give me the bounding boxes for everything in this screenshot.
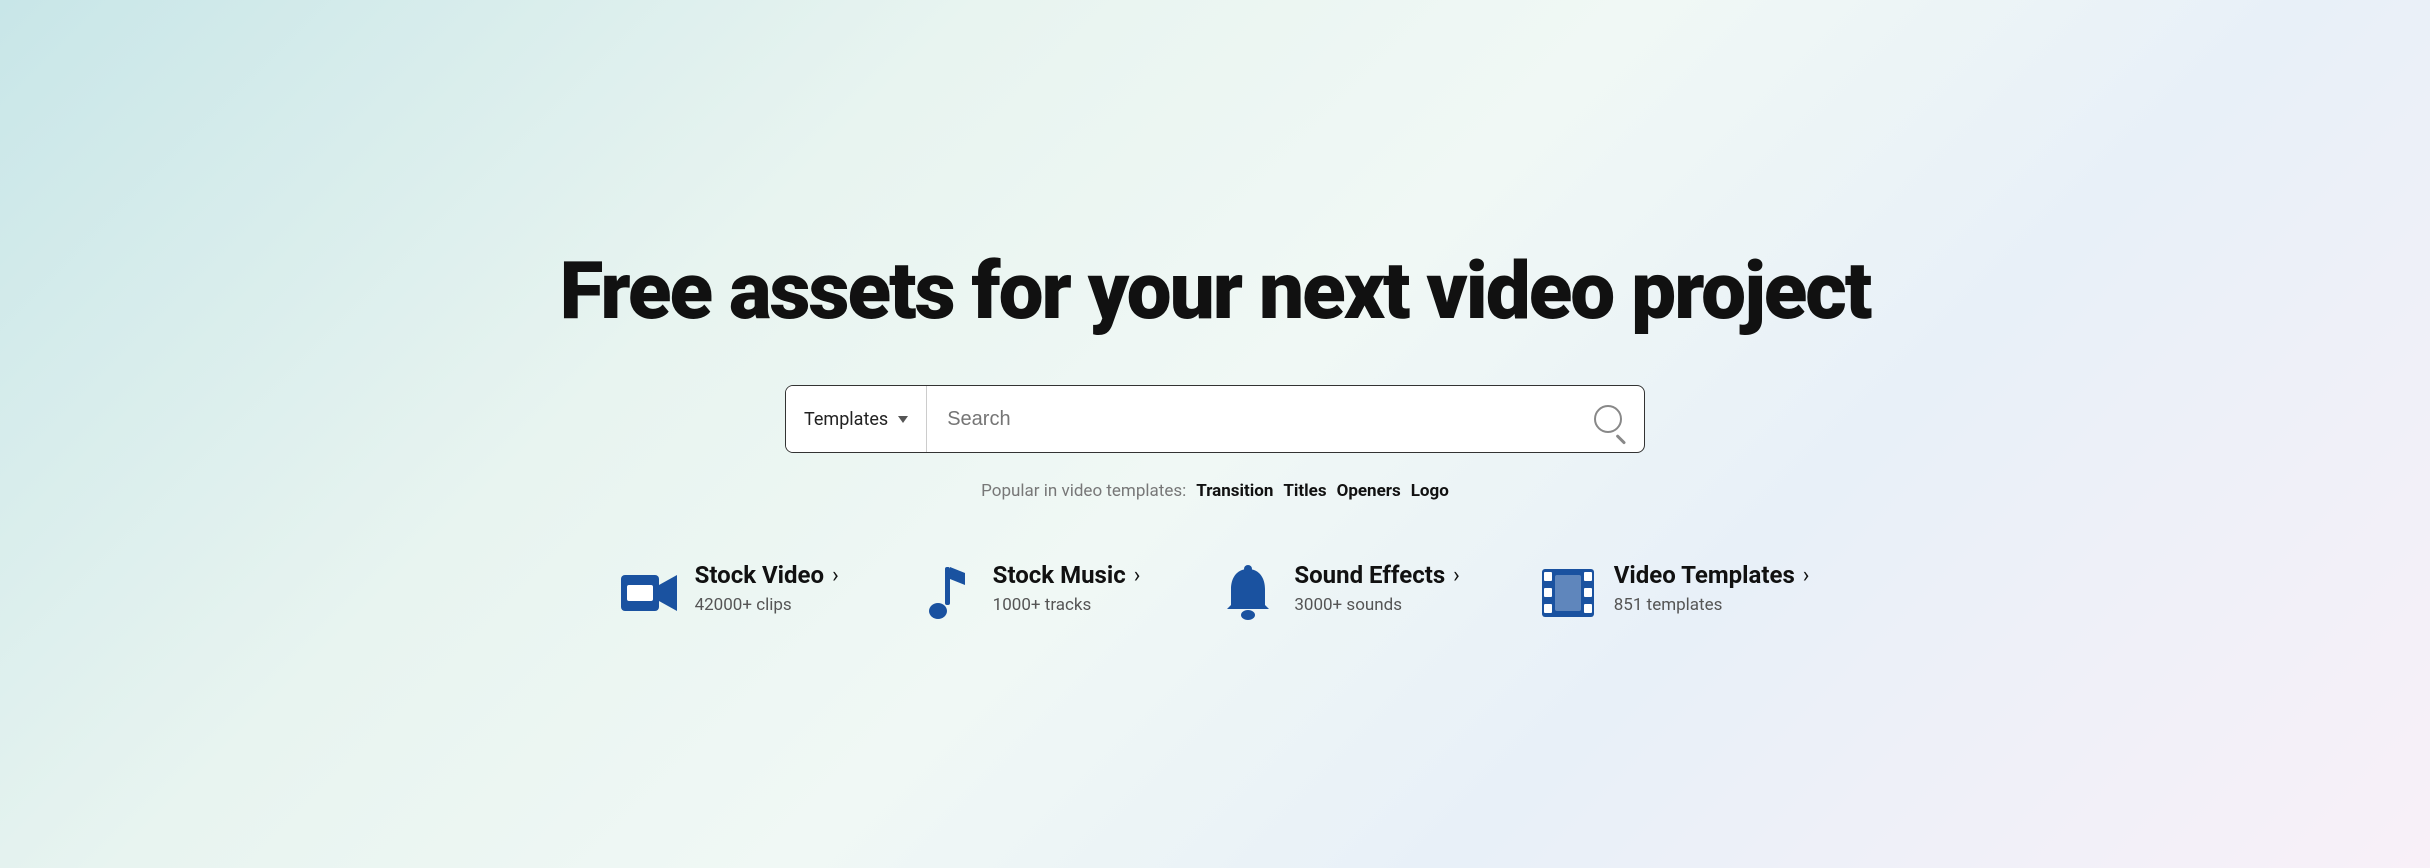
- category-stock-music[interactable]: Stock Music › 1000+ tracks: [919, 561, 1141, 621]
- stock-music-text: Stock Music › 1000+ tracks: [993, 561, 1141, 615]
- film-icon: [1540, 565, 1596, 621]
- sound-effects-count: 3000+ sounds: [1294, 595, 1459, 615]
- page-title: Free assets for your next video project: [560, 247, 1871, 335]
- stock-music-title: Stock Music ›: [993, 561, 1141, 589]
- popular-label: Popular in video templates:: [981, 481, 1186, 501]
- search-input[interactable]: [927, 386, 1572, 452]
- sound-effects-text: Sound Effects › 3000+ sounds: [1294, 561, 1459, 615]
- video-templates-count: 851 templates: [1614, 595, 1810, 615]
- chevron-right-icon: ›: [1134, 563, 1141, 588]
- tag-logo[interactable]: Logo: [1411, 481, 1449, 501]
- search-bar: Templates: [785, 385, 1645, 453]
- tag-openers[interactable]: Openers: [1337, 481, 1401, 501]
- popular-tags-row: Popular in video templates: Transition T…: [981, 481, 1449, 501]
- chevron-right-icon: ›: [832, 563, 839, 588]
- category-sound-effects[interactable]: Sound Effects › 3000+ sounds: [1220, 561, 1459, 621]
- categories-row: Stock Video › 42000+ clips Stock Music ›: [565, 561, 1865, 621]
- sound-effects-title: Sound Effects ›: [1294, 561, 1459, 589]
- search-icon: [1594, 405, 1622, 433]
- chevron-right-icon: ›: [1453, 563, 1460, 588]
- hero-section: Free assets for your next video project …: [515, 247, 1915, 621]
- stock-music-count: 1000+ tracks: [993, 595, 1141, 615]
- tag-transition[interactable]: Transition: [1196, 481, 1273, 501]
- chevron-right-icon: ›: [1803, 563, 1810, 588]
- stock-video-count: 42000+ clips: [695, 595, 839, 615]
- search-type-dropdown[interactable]: Templates: [786, 386, 927, 452]
- chevron-down-icon: [898, 416, 908, 423]
- video-templates-text: Video Templates › 851 templates: [1614, 561, 1810, 615]
- tag-titles[interactable]: Titles: [1283, 481, 1326, 501]
- video-icon: [621, 565, 677, 621]
- bell-icon: [1220, 565, 1276, 621]
- category-stock-video[interactable]: Stock Video › 42000+ clips: [621, 561, 839, 621]
- category-video-templates[interactable]: Video Templates › 851 templates: [1540, 561, 1810, 621]
- music-icon: [919, 565, 975, 621]
- stock-video-title: Stock Video ›: [695, 561, 839, 589]
- dropdown-label: Templates: [804, 409, 888, 430]
- search-button[interactable]: [1572, 386, 1644, 452]
- stock-video-text: Stock Video › 42000+ clips: [695, 561, 839, 615]
- video-templates-title: Video Templates ›: [1614, 561, 1810, 589]
